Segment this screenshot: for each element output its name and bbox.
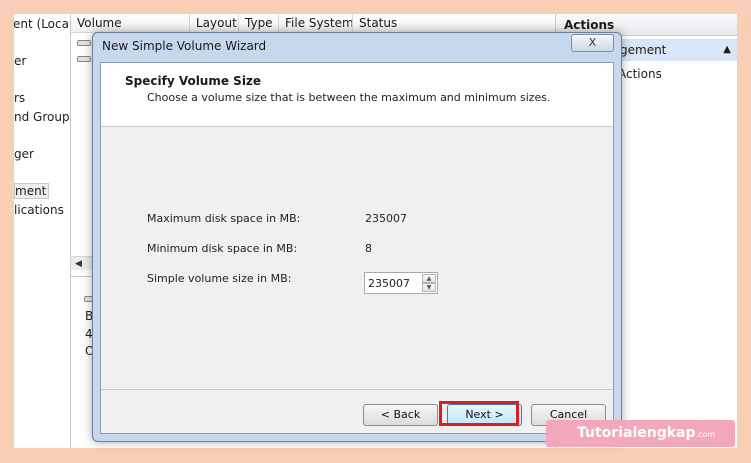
tree-item-applications[interactable]: lications	[14, 203, 64, 217]
tree-item-folders[interactable]: rs	[14, 91, 25, 105]
tree-item-scheduler[interactable]: er	[14, 54, 26, 68]
wizard-body: Specify Volume Size Choose a volume size…	[100, 62, 614, 434]
actions-item-label: gement	[620, 43, 667, 57]
volume-size-stepper[interactable]: ▲ ▼	[364, 272, 438, 294]
column-volume[interactable]: Volume	[71, 14, 190, 33]
column-file-system[interactable]: File System	[279, 14, 353, 33]
tree-item-computer-management[interactable]: ent (Local	[14, 17, 70, 31]
min-size-value: 8	[365, 242, 372, 255]
max-size-value: 235007	[365, 212, 407, 225]
close-icon[interactable]: X	[571, 34, 614, 52]
scroll-left-arrow-icon[interactable]: ◀	[75, 257, 82, 271]
watermark-brand: Tutorialengkap	[577, 425, 696, 441]
volume-size-input[interactable]	[365, 273, 421, 293]
navigation-tree: ent (Local er rs nd Groups ger ment lica…	[14, 14, 71, 448]
actions-item-more-actions[interactable]: Actions	[618, 67, 662, 81]
new-simple-volume-wizard: New Simple Volume Wizard X Specify Volum…	[92, 32, 622, 442]
column-status[interactable]: Status	[353, 14, 555, 33]
tree-item-users-and-groups[interactable]: nd Groups	[14, 110, 70, 124]
max-size-label: Maximum disk space in MB:	[147, 212, 301, 225]
decrement-arrow-icon[interactable]: ▼	[422, 283, 436, 292]
disk-icon	[77, 40, 91, 46]
disk-icon	[77, 56, 91, 62]
wizard-heading: Specify Volume Size	[125, 74, 262, 88]
column-type[interactable]: Type	[239, 14, 279, 33]
footer-divider	[101, 389, 613, 390]
volume-list-header: Volume Layout Type File System Status	[71, 14, 555, 33]
watermark-logo: Tutorialengkap.com	[546, 420, 735, 447]
wizard-subtitle: Choose a volume size that is between the…	[147, 91, 551, 104]
back-button[interactable]: < Back	[363, 404, 438, 426]
dialog-title: New Simple Volume Wizard	[102, 39, 267, 53]
watermark-domain: .com	[695, 430, 716, 439]
increment-arrow-icon[interactable]: ▲	[422, 274, 436, 283]
next-button-highlight	[439, 401, 519, 426]
column-layout[interactable]: Layout	[190, 14, 239, 33]
tree-item-manager[interactable]: ger	[14, 147, 34, 161]
wizard-header: Specify Volume Size Choose a volume size…	[101, 63, 613, 127]
volume-size-label: Simple volume size in MB:	[147, 272, 292, 285]
min-size-label: Minimum disk space in MB:	[147, 242, 298, 255]
collapse-caret-icon[interactable]: ▲	[723, 39, 731, 61]
tree-item-disk-management[interactable]: ment	[14, 183, 50, 199]
